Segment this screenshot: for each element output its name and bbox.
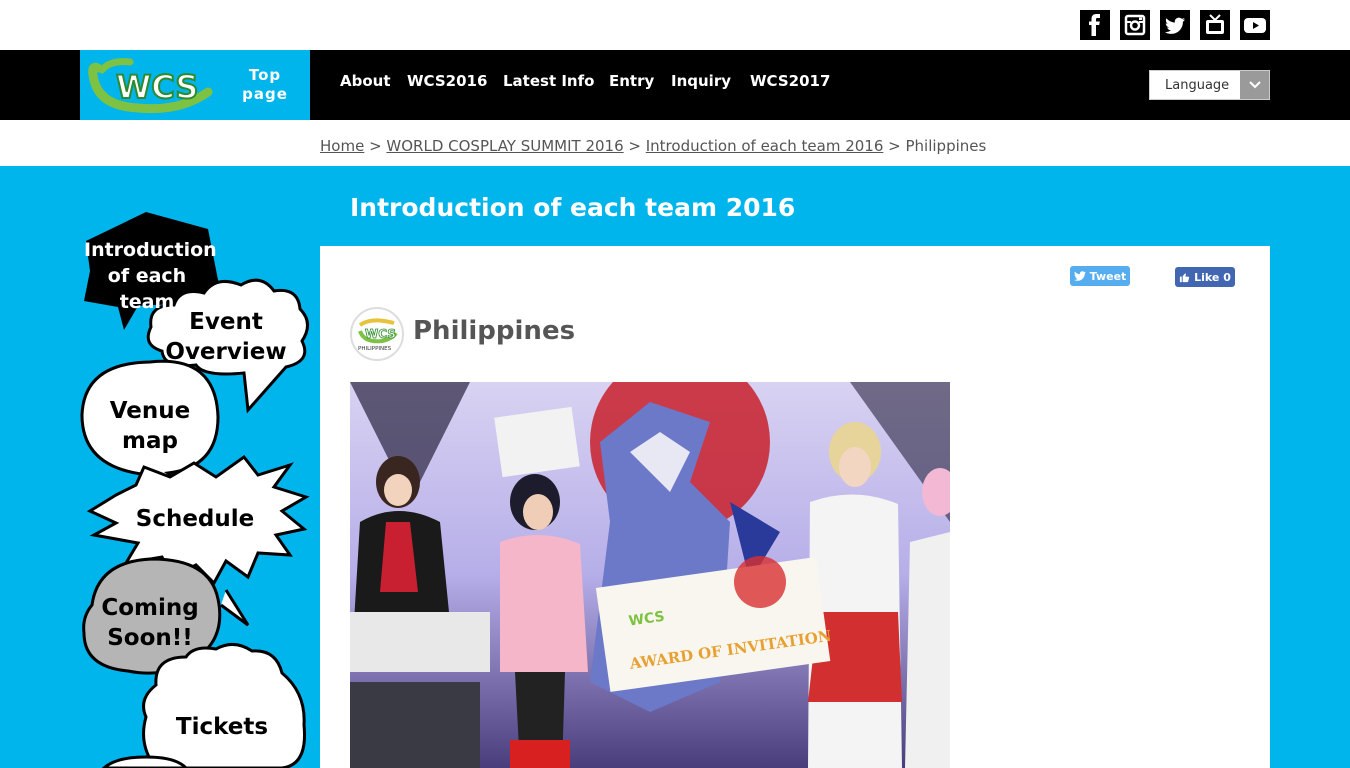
top-page-line2: page xyxy=(242,85,288,103)
top-page-link[interactable]: Top page xyxy=(240,66,290,104)
like-label: Like 0 xyxy=(1194,270,1231,284)
svg-text:WCS: WCS xyxy=(365,327,396,341)
sidebar-item-label: map xyxy=(122,428,178,454)
team-name: Philippines xyxy=(413,316,576,346)
language-label: Language xyxy=(1165,78,1230,93)
breadcrumb-intro[interactable]: Introduction of each team 2016 xyxy=(646,137,884,155)
facebook-like-button[interactable]: Like 0 xyxy=(1175,267,1235,287)
top-page-line1: Top xyxy=(248,66,282,84)
wcs-philippines-logo-icon: WCS PHILIPPINES xyxy=(353,310,401,358)
sidebar-item-introduction[interactable]: Introduction of each team xyxy=(84,237,217,315)
breadcrumb-sep: > xyxy=(364,137,387,155)
chevron-down-icon xyxy=(1240,71,1269,99)
nav-wcs2016[interactable]: WCS2016 xyxy=(407,72,487,90)
nav-wcs2017[interactable]: WCS2017 xyxy=(750,72,830,90)
tweet-label: Tweet xyxy=(1089,269,1127,283)
breadcrumb-home[interactable]: Home xyxy=(320,137,364,155)
team-badge: WCS PHILIPPINES xyxy=(350,307,404,361)
breadcrumb-summit[interactable]: WORLD COSPLAY SUMMIT 2016 xyxy=(386,137,623,155)
breadcrumb: Home > WORLD COSPLAY SUMMIT 2016 > Intro… xyxy=(320,137,986,155)
twitter-icon[interactable] xyxy=(1160,10,1190,40)
sidebar-item-event-overview[interactable]: Event Overview xyxy=(160,307,292,367)
sidebar-item-label: Soon!! xyxy=(107,625,193,651)
facebook-icon[interactable] xyxy=(1080,10,1110,40)
sidebar-item-schedule[interactable]: Schedule xyxy=(128,504,262,534)
page-title: Introduction of each team 2016 xyxy=(350,193,796,222)
sidebar-item-label: Event xyxy=(189,309,263,335)
instagram-icon[interactable] xyxy=(1120,10,1150,40)
youtube-icon[interactable] xyxy=(1240,10,1270,40)
svg-text:PHILIPPINES: PHILIPPINES xyxy=(358,346,392,352)
sidebar-item-label: Venue xyxy=(109,398,191,424)
tweet-button[interactable]: Tweet xyxy=(1070,266,1130,286)
language-select[interactable]: Language xyxy=(1149,70,1270,100)
nav-entry[interactable]: Entry xyxy=(609,72,654,90)
sidebar-item-coming-soon: Coming Soon!! xyxy=(90,593,210,653)
nav-about[interactable]: About xyxy=(340,72,391,90)
breadcrumb-current: Philippines xyxy=(905,137,987,155)
thumbs-up-icon xyxy=(1180,272,1190,282)
sidebar-item-label: Schedule xyxy=(135,506,255,532)
sidebar-item-label: Coming xyxy=(101,595,199,621)
tv-icon[interactable] xyxy=(1200,10,1230,40)
svg-text:WCS: WCS xyxy=(116,68,198,106)
sidebar-item-label: Introduction xyxy=(84,239,217,261)
nav-inquiry[interactable]: Inquiry xyxy=(671,72,731,90)
breadcrumb-sep: > xyxy=(623,137,646,155)
wcs-logo-icon: WCS xyxy=(88,58,213,114)
sidebar-item-venue-map[interactable]: Venue map xyxy=(92,396,208,456)
top-social-bar xyxy=(0,0,1350,50)
breadcrumb-sep: > xyxy=(883,137,906,155)
sidebar-item-label: Overview xyxy=(165,339,287,365)
team-photo: WCS AWARD OF INVITATION xyxy=(350,382,950,768)
sidebar-bubble-tickets[interactable] xyxy=(142,643,307,768)
twitter-icon xyxy=(1073,271,1086,281)
sidebar-item-tickets[interactable]: Tickets xyxy=(168,712,276,742)
nav-latest-info[interactable]: Latest Info xyxy=(503,72,594,90)
sidebar-item-label: Tickets xyxy=(175,714,269,740)
